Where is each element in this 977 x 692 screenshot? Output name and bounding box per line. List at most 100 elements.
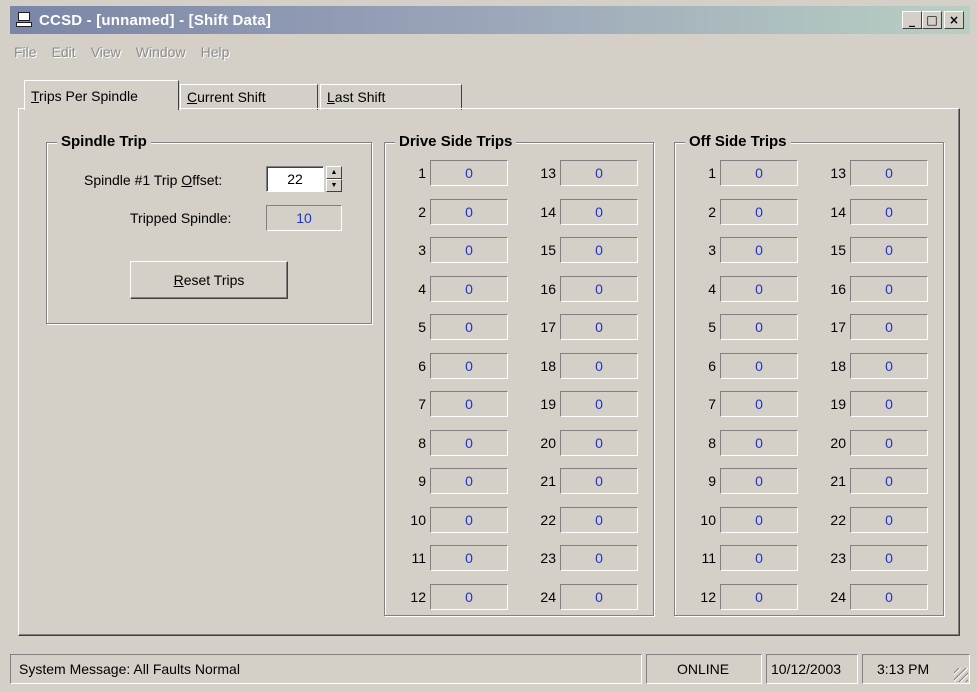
- trip-count-field: 0: [430, 160, 508, 186]
- trip-number: 19: [540, 396, 556, 412]
- trip-count-field: 0: [850, 468, 928, 494]
- trip-count-field: 0: [560, 314, 638, 340]
- tab-label-key: C: [187, 89, 198, 105]
- menu-view[interactable]: View: [91, 44, 121, 66]
- trip-number: 22: [540, 512, 556, 528]
- menu-edit[interactable]: Edit: [52, 44, 76, 66]
- trip-count-field: 0: [850, 276, 928, 302]
- trip-number: 1: [418, 165, 426, 181]
- trip-count-field: 0: [720, 584, 798, 610]
- trip-count-field: 0: [720, 276, 798, 302]
- tab-last-shift[interactable]: Last Shift: [320, 84, 462, 110]
- trip-number: 10: [410, 512, 426, 528]
- trip-number: 3: [708, 242, 716, 258]
- spin-up-button[interactable]: ▲: [326, 166, 342, 179]
- close-button[interactable]: ×: [944, 11, 964, 29]
- tab-current-shift[interactable]: Current Shift: [180, 84, 318, 110]
- trip-number: 16: [540, 281, 556, 297]
- trip-number: 15: [830, 242, 846, 258]
- trip-count-field: 0: [720, 507, 798, 533]
- trip-count-field: 0: [560, 584, 638, 610]
- minimize-button[interactable]: _: [902, 11, 922, 29]
- menu-help[interactable]: Help: [201, 44, 230, 66]
- reset-label: eset Trips: [183, 272, 245, 288]
- trip-count-field: 0: [720, 160, 798, 186]
- trip-number: 14: [830, 204, 846, 220]
- trip-count-field: 0: [430, 276, 508, 302]
- trip-number: 12: [700, 589, 716, 605]
- trip-count-field: 0: [720, 199, 798, 225]
- trip-number: 21: [830, 473, 846, 489]
- trip-count-field: 0: [560, 430, 638, 456]
- trip-number: 11: [701, 550, 716, 566]
- trip-number: 8: [708, 435, 716, 451]
- trip-count-field: 0: [720, 237, 798, 263]
- trip-count-field: 0: [720, 353, 798, 379]
- trip-count-field: 0: [430, 353, 508, 379]
- system-message: System Message: All Faults Normal: [10, 654, 642, 684]
- menu-bar: File Edit View Window Help: [14, 44, 229, 66]
- trip-count-field: 0: [560, 545, 638, 571]
- trip-number: 18: [540, 358, 556, 374]
- tab-trips-per-spindle[interactable]: Trips Per Spindle: [24, 80, 179, 112]
- trip-count-field: 0: [560, 507, 638, 533]
- maximize-button[interactable]: □: [922, 11, 942, 29]
- resize-grip-icon[interactable]: [954, 668, 968, 682]
- trip-number: 9: [418, 473, 426, 489]
- tab-label: rips Per Spindle: [39, 88, 138, 104]
- trip-number: 14: [540, 204, 556, 220]
- trip-number: 2: [708, 204, 716, 220]
- trip-number: 21: [540, 473, 556, 489]
- tripped-spindle-value: 10: [266, 205, 342, 231]
- trip-count-field: 0: [850, 160, 928, 186]
- spin-down-button[interactable]: ▼: [326, 179, 342, 192]
- connection-status: ONLINE: [646, 654, 762, 684]
- status-bar: System Message: All Faults Normal ONLINE…: [10, 654, 970, 684]
- trip-count-field: 0: [850, 545, 928, 571]
- trip-number: 20: [540, 435, 556, 451]
- trip-number: 12: [410, 589, 426, 605]
- menu-window[interactable]: Window: [136, 44, 186, 66]
- trip-number: 5: [708, 319, 716, 335]
- trip-count-field: 0: [430, 468, 508, 494]
- trip-number: 2: [418, 204, 426, 220]
- trip-count-field: 0: [850, 199, 928, 225]
- trip-number: 13: [540, 165, 556, 181]
- trip-count-field: 0: [560, 276, 638, 302]
- trip-number: 4: [418, 281, 426, 297]
- trip-number: 22: [830, 512, 846, 528]
- trip-offset-input[interactable]: 22: [266, 166, 324, 192]
- menu-file[interactable]: File: [14, 44, 37, 66]
- tab-label-key: L: [327, 89, 335, 105]
- group-title: Off Side Trips: [685, 133, 791, 150]
- offset-label: Spindle #1 Trip Offset:: [84, 172, 222, 188]
- trip-number: 11: [411, 550, 426, 566]
- tab-label: ast Shift: [334, 89, 386, 105]
- trip-number: 17: [830, 319, 846, 335]
- trip-count-field: 0: [560, 237, 638, 263]
- reset-trips-button[interactable]: Reset Trips: [130, 261, 288, 299]
- offset-label-text: Spindle #1 Trip: [84, 172, 182, 188]
- title-bar[interactable]: CCSD - [unnamed] - [Shift Data] _ □ ×: [10, 6, 970, 34]
- trip-number: 15: [540, 242, 556, 258]
- trip-number: 1: [708, 165, 716, 181]
- offset-label-text-end: ffset:: [192, 172, 223, 188]
- trip-count-field: 0: [560, 468, 638, 494]
- tab-label: urrent Shift: [197, 89, 266, 105]
- trip-count-field: 0: [850, 314, 928, 340]
- trip-count-field: 0: [430, 314, 508, 340]
- trip-number: 5: [418, 319, 426, 335]
- trip-count-field: 0: [560, 391, 638, 417]
- trip-number: 4: [708, 281, 716, 297]
- computer-icon[interactable]: [16, 12, 34, 28]
- trip-count-field: 0: [850, 391, 928, 417]
- group-title: Drive Side Trips: [395, 133, 517, 150]
- offset-label-key: O: [181, 172, 193, 188]
- trip-count-field: 0: [850, 430, 928, 456]
- trip-offset-spinner[interactable]: ▲ ▼: [326, 166, 342, 192]
- trip-count-field: 0: [560, 160, 638, 186]
- trip-count-field: 0: [720, 314, 798, 340]
- trip-count-field: 0: [430, 430, 508, 456]
- trip-count-field: 0: [430, 391, 508, 417]
- tripped-spindle-label: Tripped Spindle:: [130, 210, 232, 226]
